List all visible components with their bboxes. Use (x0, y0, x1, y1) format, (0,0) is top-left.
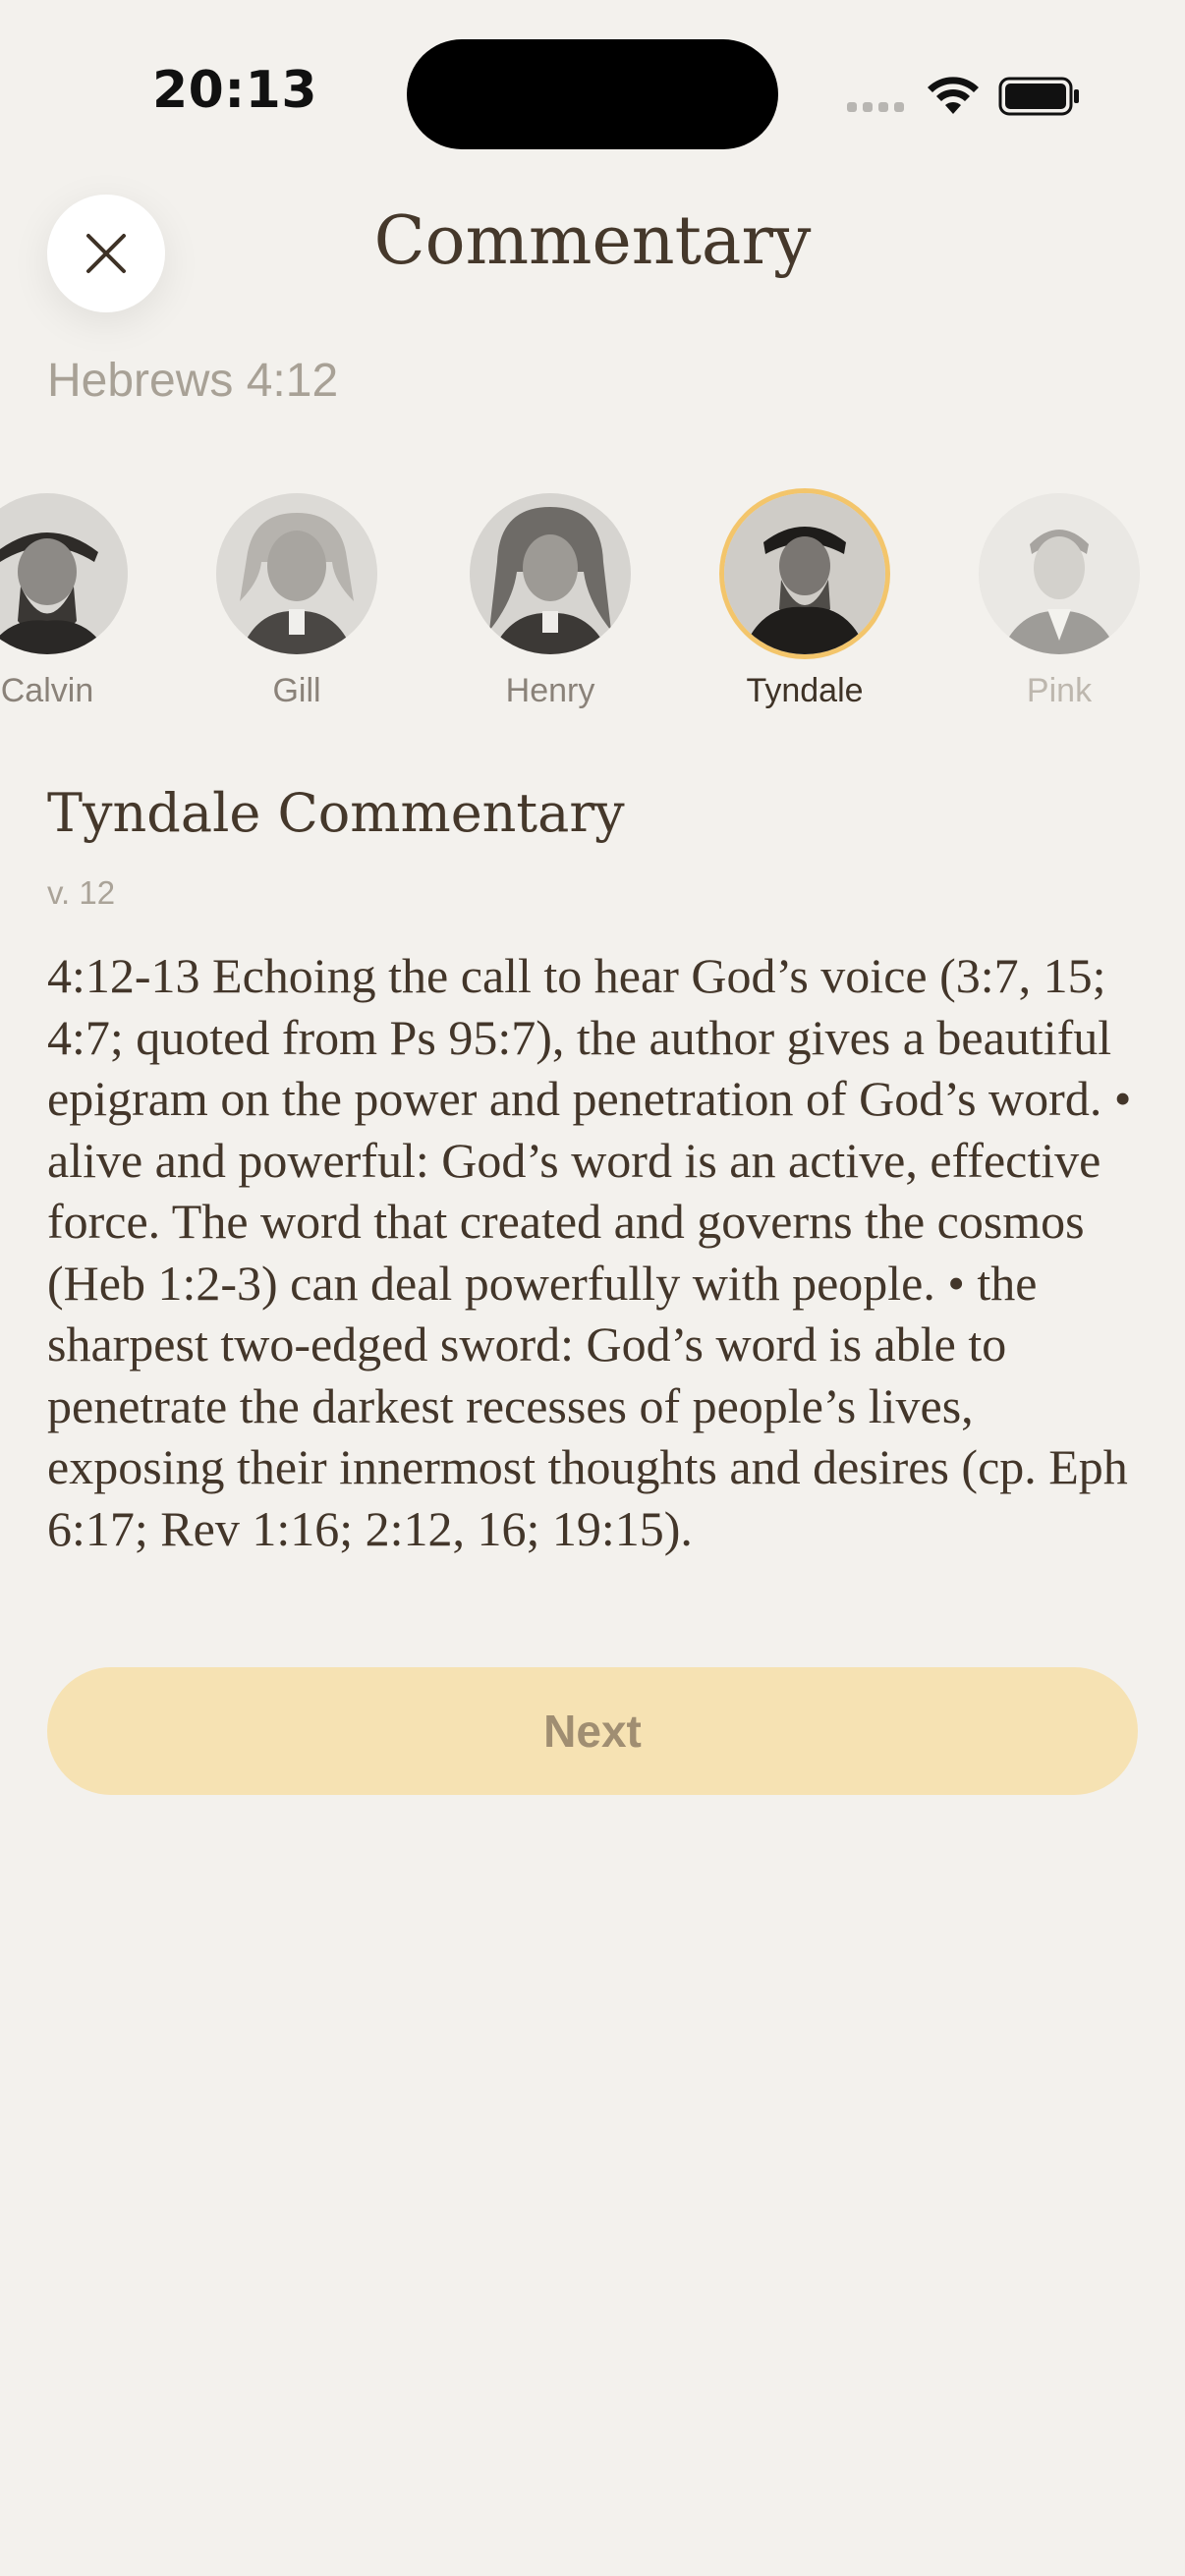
commentator-henry[interactable]: Henry (462, 491, 639, 710)
status-time: 20:13 (152, 61, 318, 120)
avatar (0, 493, 128, 654)
commentator-name: Henry (505, 672, 595, 709)
avatar (216, 493, 377, 654)
cellular-signal-icon (847, 102, 904, 112)
commentator-pink[interactable]: Pink (971, 491, 1148, 710)
avatar (724, 493, 885, 654)
commentary-text: 4:12-13 Echoing the call to hear God’s v… (47, 948, 1132, 1556)
dynamic-island (407, 39, 778, 149)
commentator-name: Calvin (0, 672, 94, 709)
avatar (470, 493, 631, 654)
commentary-title: Tyndale Commentary (47, 782, 625, 844)
commentator-tyndale[interactable]: Tyndale (716, 491, 893, 710)
verse-reference: Hebrews 4:12 (47, 355, 339, 407)
next-button[interactable]: Next (47, 1667, 1138, 1795)
page-title: Commentary (373, 202, 812, 280)
commentator-gill[interactable]: Gill (208, 491, 385, 710)
wifi-icon (928, 77, 979, 114)
commentator-name: Tyndale (746, 672, 864, 709)
commentary-verse-label: v. 12 (47, 874, 116, 911)
commentator-carousel[interactable]: Calvin Gill Henry Tyndale Pink (0, 491, 1185, 727)
commentator-calvin[interactable]: Calvin (0, 491, 136, 710)
commentator-name: Pink (1026, 672, 1093, 709)
battery-icon (998, 77, 1079, 116)
avatar (979, 493, 1140, 654)
commentator-name: Gill (272, 672, 321, 709)
